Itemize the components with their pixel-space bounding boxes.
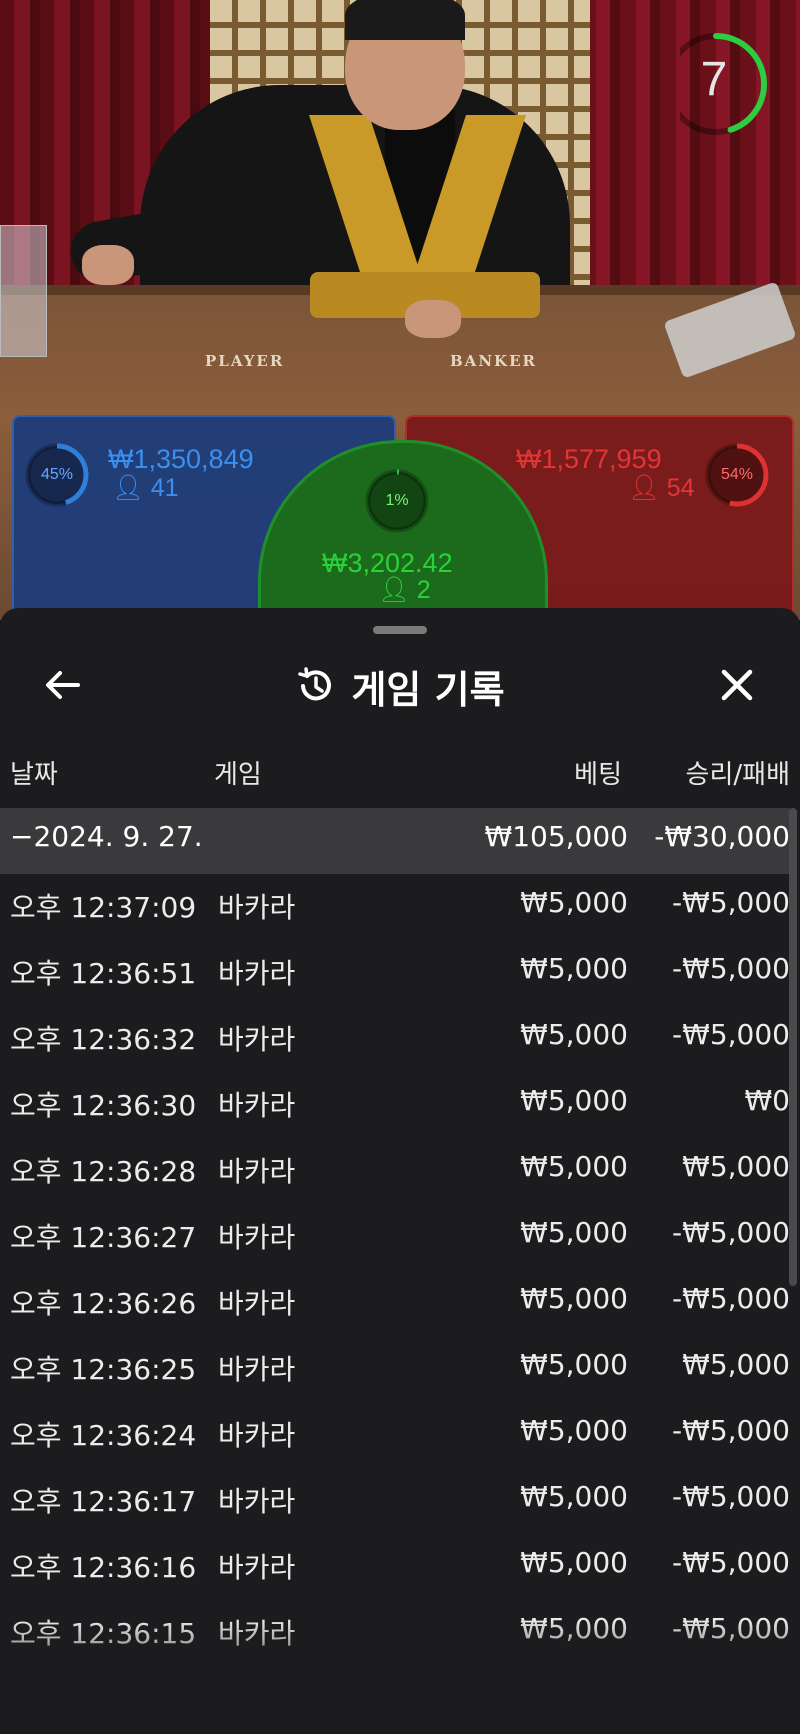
timer-value: 7 <box>700 53 728 106</box>
row-game: 바카라 <box>218 891 296 924</box>
row-game: 바카라 <box>218 1221 296 1254</box>
row-result: -₩5,000 <box>672 1282 790 1315</box>
column-header-bet: 베팅 <box>574 760 622 790</box>
user-icon: 👤︎ <box>378 576 410 604</box>
close-icon <box>721 669 753 701</box>
row-bet: ₩5,000 <box>520 1282 628 1315</box>
table-label-player: PLAYER <box>205 352 285 370</box>
row-game: 바카라 <box>218 1551 296 1584</box>
date-group-bet-total: ₩105,000 <box>484 820 628 853</box>
close-button[interactable] <box>712 660 762 710</box>
row-result: ₩5,000 <box>682 1348 790 1381</box>
history-icon <box>298 667 332 701</box>
column-header-date: 날짜 <box>10 760 58 790</box>
tie-count-value: 2 <box>416 576 431 604</box>
dealer-hand <box>82 245 134 285</box>
row-bet: ₩5,000 <box>520 886 628 919</box>
date-group-result-total: -₩30,000 <box>654 820 790 853</box>
column-header-result: 승리/패배 <box>685 760 790 790</box>
dealer-hair <box>345 0 465 40</box>
date-group-label: −2024. 9. 27. <box>10 820 203 853</box>
row-result: ₩5,000 <box>682 1150 790 1183</box>
history-row[interactable]: 오후 12:36:32 바카라 ₩5,000 -₩5,000 <box>0 1006 790 1072</box>
row-result: ₩0 <box>744 1084 791 1117</box>
row-time: 오후 12:37:09 <box>10 891 197 924</box>
row-game: 바카라 <box>218 1089 296 1122</box>
row-result: -₩5,000 <box>672 1018 790 1051</box>
row-bet: ₩5,000 <box>520 1150 628 1183</box>
row-bet: ₩5,000 <box>520 1018 628 1051</box>
row-time: 오후 12:36:16 <box>10 1551 197 1584</box>
sheet-header: 게임 기록 <box>0 658 800 714</box>
row-bet: ₩5,000 <box>520 1480 628 1513</box>
history-row[interactable]: 오후 12:36:26 바카라 ₩5,000 -₩5,000 <box>0 1270 790 1336</box>
date-group-row[interactable]: −2024. 9. 27. ₩105,000 -₩30,000 <box>0 808 790 874</box>
discard-tray <box>0 225 47 357</box>
tie-count: 👤︎ 2 <box>378 576 431 605</box>
banker-count: 👤︎ 54 <box>628 474 695 503</box>
row-time: 오후 12:36:25 <box>10 1353 197 1386</box>
row-game: 바카라 <box>218 1419 296 1452</box>
row-game: 바카라 <box>218 1485 296 1518</box>
row-time: 오후 12:36:51 <box>10 957 197 990</box>
row-result: -₩5,000 <box>672 1414 790 1447</box>
row-game: 바카라 <box>218 1023 296 1056</box>
history-row[interactable]: 오후 12:36:27 바카라 ₩5,000 -₩5,000 <box>0 1204 790 1270</box>
banker-count-value: 54 <box>666 474 695 502</box>
row-result: -₩5,000 <box>672 952 790 985</box>
banker-amount: ₩1,577,959 <box>516 444 662 474</box>
row-time: 오후 12:36:17 <box>10 1485 197 1518</box>
table-label-banker: BANKER <box>450 352 537 370</box>
tie-amount: ₩3,202.42 <box>322 548 453 578</box>
row-bet: ₩5,000 <box>520 952 628 985</box>
row-game: 바카라 <box>218 1155 296 1188</box>
history-row[interactable]: 오후 12:37:09 바카라 ₩5,000 -₩5,000 <box>0 874 790 940</box>
row-bet: ₩5,000 <box>520 1216 628 1249</box>
user-icon: 👤︎ <box>112 474 144 502</box>
row-time: 오후 12:36:28 <box>10 1155 197 1188</box>
player-amount: ₩1,350,849 <box>108 444 254 474</box>
game-history-sheet: 게임 기록 날짜 게임 베팅 승리/패배 −2024. 9. 27. ₩105,… <box>0 608 800 1734</box>
row-bet: ₩5,000 <box>520 1414 628 1447</box>
row-bet: ₩5,000 <box>520 1546 628 1579</box>
row-result: -₩5,000 <box>672 1216 790 1249</box>
row-time: 오후 12:36:30 <box>10 1089 197 1122</box>
user-icon: 👤︎ <box>628 474 660 502</box>
list-fade-overlay <box>0 1618 800 1734</box>
player-percent: 45% <box>40 466 74 483</box>
history-row[interactable]: 오후 12:36:28 바카라 ₩5,000 ₩5,000 <box>0 1138 790 1204</box>
row-game: 바카라 <box>218 957 296 990</box>
history-row[interactable]: 오후 12:36:30 바카라 ₩5,000 ₩0 <box>0 1072 790 1138</box>
row-bet: ₩5,000 <box>520 1348 628 1381</box>
row-time: 오후 12:36:26 <box>10 1287 197 1320</box>
history-row[interactable]: 오후 12:36:17 바카라 ₩5,000 -₩5,000 <box>0 1468 790 1534</box>
row-result: -₩5,000 <box>672 886 790 919</box>
row-game: 바카라 <box>218 1353 296 1386</box>
row-result: -₩5,000 <box>672 1480 790 1513</box>
player-count: 👤︎ 41 <box>112 474 179 503</box>
dealer-hand <box>405 300 461 338</box>
player-count-value: 41 <box>150 474 179 502</box>
row-time: 오후 12:36:27 <box>10 1221 197 1254</box>
scrollbar[interactable] <box>789 808 797 1286</box>
row-bet: ₩5,000 <box>520 1084 628 1117</box>
history-row[interactable]: 오후 12:36:16 바카라 ₩5,000 -₩5,000 <box>0 1534 790 1600</box>
page-title: 게임 기록 <box>351 667 505 712</box>
column-header-game: 게임 <box>214 760 262 790</box>
row-time: 오후 12:36:24 <box>10 1419 197 1452</box>
history-row[interactable]: 오후 12:36:25 바카라 ₩5,000 ₩5,000 <box>0 1336 790 1402</box>
banker-percent: 54% <box>720 466 754 483</box>
row-game: 바카라 <box>218 1287 296 1320</box>
live-video: PLAYER BANKER 7 45% ₩1,350,849 👤︎ 41 54%… <box>0 0 800 620</box>
countdown-timer: 7 <box>665 30 770 140</box>
history-row[interactable]: 오후 12:36:51 바카라 ₩5,000 -₩5,000 <box>0 940 790 1006</box>
tie-percent: 1% <box>385 492 409 509</box>
history-row[interactable]: 오후 12:36:24 바카라 ₩5,000 -₩5,000 <box>0 1402 790 1468</box>
row-result: -₩5,000 <box>672 1546 790 1579</box>
row-time: 오후 12:36:32 <box>10 1023 197 1056</box>
sheet-drag-handle[interactable] <box>373 626 427 634</box>
